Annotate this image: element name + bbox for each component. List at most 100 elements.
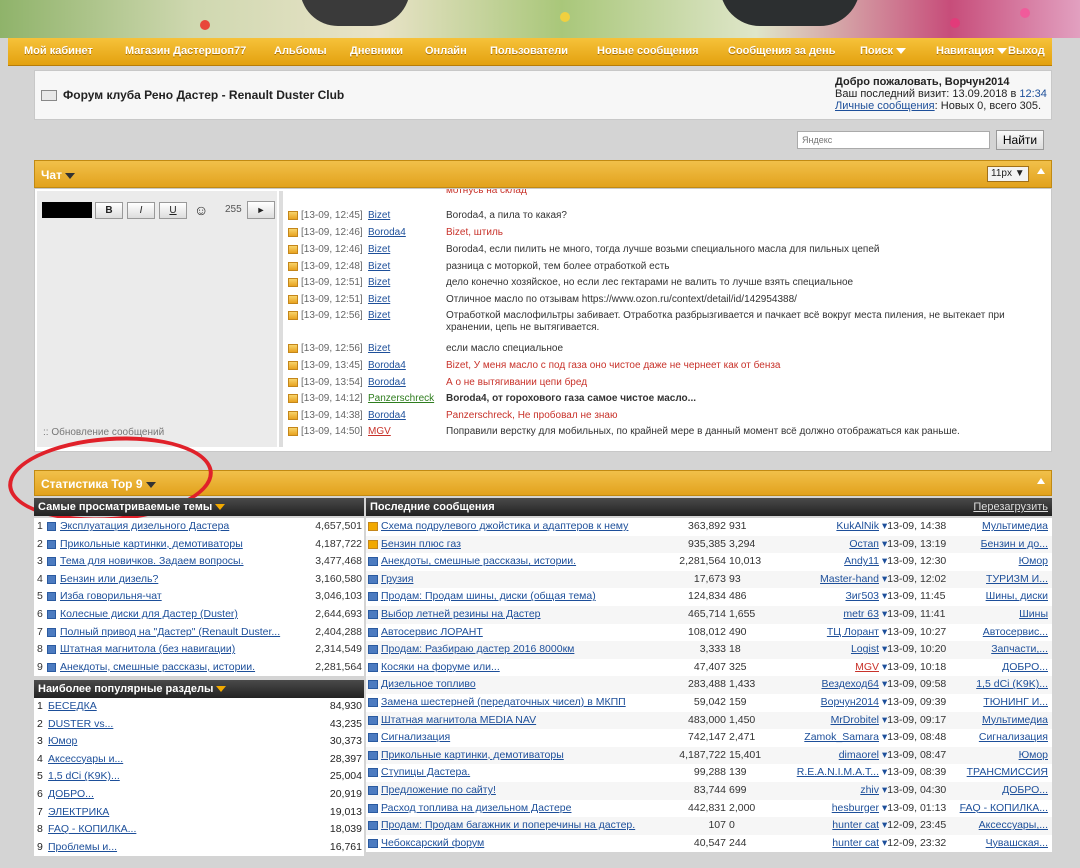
section-link[interactable]: 1,5 dCi (K9K)... — [48, 768, 120, 785]
message-user[interactable]: Bizet — [368, 244, 390, 256]
nav-posts-today[interactable]: Сообщения за день — [728, 45, 835, 57]
forum-link[interactable]: Чувашская... — [986, 835, 1048, 852]
topic-link[interactable]: Расход топлива на дизельном Дастере — [381, 800, 571, 817]
section-link[interactable]: Проблемы и... — [48, 839, 117, 856]
nav-navigation[interactable]: Навигация — [936, 45, 1008, 57]
topic-link[interactable]: Схема подрулевого джойстика и адаптеров … — [381, 518, 628, 535]
nav-my-cabinet[interactable]: Мой кабинет — [24, 45, 93, 57]
forum-link[interactable]: Юмор — [1019, 553, 1048, 570]
forum-link[interactable]: 1,5 dCi (K9K)... — [976, 676, 1048, 693]
author-link[interactable]: MrDrobitel — [784, 712, 879, 729]
forum-link[interactable]: ДОБРО... — [1002, 659, 1048, 676]
message-user[interactable]: Bizet — [368, 343, 390, 355]
section-link[interactable]: Аксессуары и... — [48, 751, 123, 768]
author-link[interactable]: hunter cat — [784, 835, 879, 852]
author-link[interactable]: Master-hand — [784, 571, 879, 588]
author-link[interactable]: hunter cat — [784, 817, 879, 834]
section-link[interactable]: Юмор — [48, 733, 77, 750]
forum-link[interactable]: Сигнализация — [979, 729, 1048, 746]
forum-title[interactable]: Форум клуба Рено Дастер - Renault Duster… — [63, 88, 344, 102]
private-messages-link[interactable]: Личные сообщения — [835, 100, 935, 112]
message-user[interactable]: Bizet — [368, 261, 390, 273]
author-link[interactable]: Logist — [784, 641, 879, 658]
section-link[interactable]: ДОБРО... — [48, 786, 94, 803]
topic-link[interactable]: Косяки на форуме или... — [381, 659, 500, 676]
author-link[interactable]: Остап — [784, 536, 879, 553]
forum-link[interactable]: Мультимедиа — [982, 518, 1048, 535]
topic-link[interactable]: Бензин или дизель? — [60, 571, 158, 588]
author-link[interactable]: Andy11 — [784, 553, 879, 570]
topic-link[interactable]: Бензин плюс газ — [381, 536, 461, 553]
nav-shop[interactable]: Магазин Дастершоп77 — [125, 45, 246, 57]
message-user[interactable]: Boroda4 — [368, 410, 406, 422]
forum-link[interactable]: Бензин и до... — [981, 536, 1048, 553]
topic-link[interactable]: Тема для новичков. Задаем вопросы. — [60, 553, 244, 570]
collapse-icon[interactable] — [1037, 478, 1045, 484]
topic-link[interactable]: Автосервис ЛОРАНТ — [381, 624, 483, 641]
forum-link[interactable]: Шины, диски — [986, 588, 1048, 605]
nav-search[interactable]: Поиск — [860, 45, 907, 57]
section-link[interactable]: ЭЛЕКТРИКА — [48, 804, 109, 821]
chat-title[interactable]: Чат — [41, 168, 75, 182]
topic-link[interactable]: Чебоксарский форум — [381, 835, 484, 852]
topic-link[interactable]: Анекдоты, смешные рассказы, истории. — [381, 553, 576, 570]
forum-link[interactable]: Шины — [1019, 606, 1048, 623]
forum-link[interactable]: FAQ - КОПИЛКА... — [960, 800, 1048, 817]
topic-link[interactable]: Выбор летней резины на Дастер — [381, 606, 541, 623]
topic-link[interactable]: Ступицы Дастера. — [381, 764, 470, 781]
message-user[interactable]: Bizet — [368, 277, 390, 289]
nav-online[interactable]: Онлайн — [425, 45, 467, 57]
nav-diaries[interactable]: Дневники — [350, 45, 403, 57]
topic-link[interactable]: Сигнализация — [381, 729, 450, 746]
message-user[interactable]: Bizet — [368, 294, 390, 306]
forum-link[interactable]: Юмор — [1019, 747, 1048, 764]
message-user[interactable]: Boroda4 — [368, 360, 406, 372]
author-link[interactable]: Вездеход64 — [784, 676, 879, 693]
send-button[interactable]: ► — [247, 201, 275, 219]
reload-link[interactable]: Перезагрузить — [973, 498, 1048, 516]
search-button[interactable]: Найти — [996, 130, 1044, 150]
topic-link[interactable]: Дизельное топливо — [381, 676, 476, 693]
collapse-icon[interactable] — [1037, 168, 1045, 174]
message-user[interactable]: Panzerschreck — [368, 393, 434, 405]
forum-link[interactable]: ТРАНСМИССИЯ — [967, 764, 1048, 781]
author-link[interactable]: metr 63 — [784, 606, 879, 623]
topic-link[interactable]: Продам: Продам шины, диски (общая тема) — [381, 588, 596, 605]
topic-link[interactable]: Штатная магнитола MEDIA NAV — [381, 712, 536, 729]
topic-link[interactable]: Прикольные картинки, демотиваторы — [60, 536, 243, 553]
forum-link[interactable]: ДОБРО... — [1002, 782, 1048, 799]
section-link[interactable]: FAQ - КОПИЛКА... — [48, 821, 136, 838]
nav-new-posts[interactable]: Новые сообщения — [597, 45, 699, 57]
italic-button[interactable]: I — [127, 202, 155, 219]
topic-link[interactable]: Анекдоты, смешные рассказы, истории. — [60, 659, 255, 676]
author-link[interactable]: Zamok_Samara — [784, 729, 879, 746]
author-link[interactable]: MGV — [784, 659, 879, 676]
topic-link[interactable]: Штатная магнитола (без навигации) — [60, 641, 235, 658]
topic-link[interactable]: Замена шестерней (передаточных чисел) в … — [381, 694, 626, 711]
author-link[interactable]: R.E.A.N.I.M.A.T... — [784, 764, 879, 781]
topic-link[interactable]: Продам: Продам багажник и поперечины на … — [381, 817, 635, 834]
forum-link[interactable]: ТУРИЗМ И... — [986, 571, 1048, 588]
topic-link[interactable]: Колесные диски для Дастер (Duster) — [60, 606, 238, 623]
author-link[interactable]: KukAlNik — [784, 518, 879, 535]
topic-link[interactable]: Грузия — [381, 571, 413, 588]
forum-link[interactable]: ТЮНИНГ И... — [983, 694, 1048, 711]
search-input[interactable] — [797, 131, 990, 149]
message-user[interactable]: Boroda4 — [368, 227, 406, 239]
author-link[interactable]: dimaorel — [784, 747, 879, 764]
forum-link[interactable]: Мультимедиа — [982, 712, 1048, 729]
message-user[interactable]: MGV — [368, 426, 391, 438]
author-link[interactable]: zhiv — [784, 782, 879, 799]
color-picker[interactable] — [42, 202, 92, 218]
message-user[interactable]: Boroda4 — [368, 377, 406, 389]
message-user[interactable]: Bizet — [368, 310, 390, 322]
font-size-select[interactable]: 11px ▼ — [987, 166, 1029, 182]
forum-link[interactable]: Запчасти,... — [991, 641, 1048, 658]
topic-link[interactable]: Продам: Разбираю дастер 2016 8000км — [381, 641, 574, 658]
forum-link[interactable]: Автосервис... — [983, 624, 1048, 641]
topic-link[interactable]: Предложение по сайту! — [381, 782, 496, 799]
author-link[interactable]: Ворчун2014 — [784, 694, 879, 711]
section-link[interactable]: БЕСЕДКА — [48, 698, 97, 715]
section-link[interactable]: DUSTER vs... — [48, 716, 113, 733]
topic-link[interactable]: Полный привод на "Дастер" (Renault Duste… — [60, 624, 280, 641]
